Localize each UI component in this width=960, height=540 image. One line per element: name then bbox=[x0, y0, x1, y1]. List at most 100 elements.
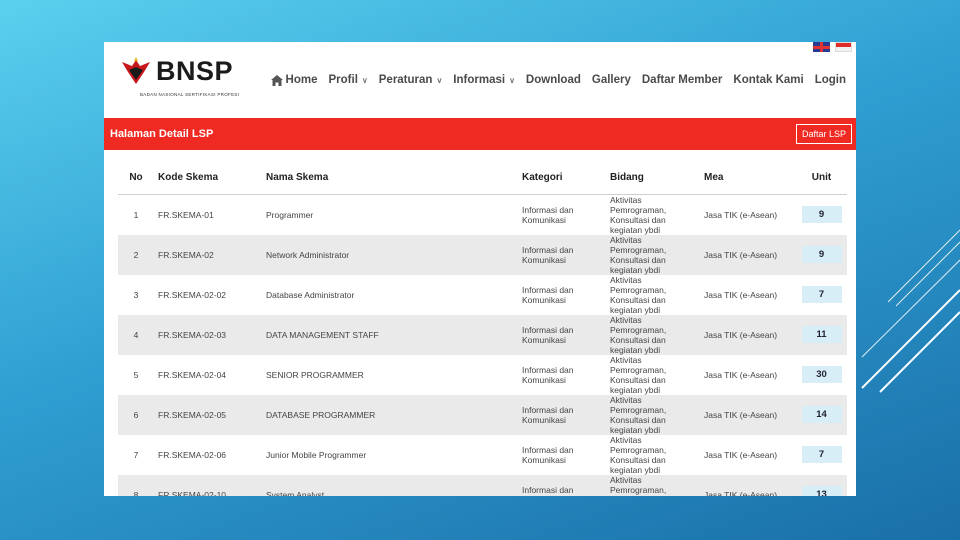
table-row[interactable]: 7 FR.SKEMA-02-06 Junior Mobile Programme… bbox=[118, 435, 847, 475]
nav-gallery-label: Gallery bbox=[591, 74, 631, 86]
cell-kategori: Informasi dan Komunikasi bbox=[522, 444, 574, 465]
cell-mea: Jasa TIK (e-Asean) bbox=[704, 449, 778, 460]
nav-informasi-label: Informasi bbox=[453, 74, 506, 86]
unit-badge[interactable]: 11 bbox=[801, 326, 842, 343]
cell-nama-skema: DATABASE PROGRAMMER bbox=[262, 394, 518, 435]
col-header-nama-skema[interactable]: Nama Skema bbox=[262, 162, 518, 195]
cell-bidang: Aktivitas Pemrograman, Konsultasi dan ke… bbox=[606, 234, 700, 275]
nav-peraturan-label: Peraturan bbox=[378, 74, 433, 86]
unit-badge[interactable]: 13 bbox=[801, 486, 842, 496]
nav-gallery[interactable]: Gallery bbox=[592, 74, 631, 86]
chevron-down-icon: ∨ bbox=[361, 75, 368, 85]
table-row[interactable]: 4 FR.SKEMA-02-03 DATA MANAGEMENT STAFF I… bbox=[118, 314, 847, 355]
unit-badge[interactable]: 9 bbox=[801, 246, 842, 263]
cell-unit: 11 bbox=[796, 314, 847, 355]
cell-nama-skema: SENIOR PROGRAMMER bbox=[266, 369, 364, 380]
nav-daftar-member-label: Daftar Member bbox=[641, 74, 723, 86]
cell-nama-skema: Database Administrator bbox=[266, 289, 355, 300]
cell-bidang: Aktivitas Pemrograman, Konsultasi dan ke… bbox=[610, 354, 667, 395]
cell-no: 6 bbox=[118, 394, 154, 435]
unit-badge[interactable]: 9 bbox=[801, 206, 842, 223]
cell-bidang: Aktivitas Pemrograman, Konsultasi dan ke… bbox=[606, 394, 700, 435]
nav-peraturan[interactable]: Peraturan ∨ bbox=[379, 74, 443, 86]
cell-unit: 7 bbox=[796, 275, 847, 315]
cell-mea: Jasa TIK (e-Asean) bbox=[700, 474, 796, 496]
cell-kategori: Informasi dan Komunikasi bbox=[522, 284, 574, 305]
nav-profil-label: Profil bbox=[328, 74, 358, 86]
cell-kode-skema: FR.SKEMA-02-04 bbox=[158, 369, 227, 380]
skema-table: No Kode Skema Nama Skema Kategori Bidang… bbox=[118, 162, 847, 496]
browser-screenshot: BNSP BADAN NASIONAL SERTIFIKASI PROFESI … bbox=[104, 42, 856, 496]
unit-badge[interactable]: 14 bbox=[801, 406, 842, 423]
cell-bidang: Aktivitas Pemrograman, Konsultasi dan ke… bbox=[610, 274, 667, 315]
nav-daftar-member[interactable]: Daftar Member bbox=[642, 74, 723, 86]
cell-nama-skema: Programmer bbox=[266, 209, 314, 220]
table-row[interactable]: 1 FR.SKEMA-01 Programmer Informasi dan K… bbox=[118, 194, 847, 235]
cell-mea: Jasa TIK (e-Asean) bbox=[704, 209, 778, 220]
table-header-row: No Kode Skema Nama Skema Kategori Bidang… bbox=[118, 162, 847, 195]
cell-no: 5 bbox=[133, 369, 139, 380]
cell-kode-skema: FR.SKEMA-01 bbox=[158, 209, 214, 220]
nav-download[interactable]: Download bbox=[526, 74, 581, 86]
unit-badge[interactable]: 30 bbox=[801, 366, 842, 383]
cell-kategori: Informasi dan Komunikasi bbox=[518, 314, 606, 355]
col-header-kode-skema[interactable]: Kode Skema bbox=[154, 162, 262, 195]
cell-kode-skema: FR.SKEMA-02-06 bbox=[158, 449, 227, 460]
unit-badge[interactable]: 7 bbox=[801, 286, 842, 303]
unit-badge[interactable]: 7 bbox=[801, 446, 842, 463]
cell-no: 2 bbox=[118, 234, 154, 275]
cell-bidang: Aktivitas Pemrograman, Konsultasi dan ke… bbox=[606, 314, 700, 355]
col-header-mea[interactable]: Mea bbox=[700, 162, 796, 195]
bnsp-logo[interactable]: BNSP BADAN NASIONAL SERTIFIKASI PROFESI bbox=[120, 54, 239, 97]
cell-kode-skema: FR.SKEMA-02-03 bbox=[154, 314, 262, 355]
nav-kontak-kami[interactable]: Kontak Kami bbox=[733, 74, 803, 86]
cell-bidang: Aktivitas Pemrograman, Konsultasi dan ke… bbox=[610, 194, 667, 235]
cell-nama-skema: DATA MANAGEMENT STAFF bbox=[262, 314, 518, 355]
table-row[interactable]: 2 FR.SKEMA-02 Network Administrator Info… bbox=[118, 234, 847, 275]
home-icon bbox=[270, 74, 283, 86]
daftar-lsp-button[interactable]: Daftar LSP bbox=[795, 124, 852, 144]
chevron-down-icon: ∨ bbox=[436, 75, 443, 85]
col-header-no[interactable]: No bbox=[118, 162, 154, 195]
table-row[interactable]: 3 FR.SKEMA-02-02 Database Administrator … bbox=[118, 275, 847, 315]
nav-login-label: Login bbox=[814, 74, 846, 86]
cell-mea: Jasa TIK (e-Asean) bbox=[704, 289, 778, 300]
cell-unit: 13 bbox=[796, 474, 847, 496]
cell-unit: 14 bbox=[796, 394, 847, 435]
col-header-unit[interactable]: Unit bbox=[796, 162, 847, 195]
table-row[interactable]: 8 FR.SKEMA-02-10 System Analyst Informas… bbox=[118, 474, 847, 496]
cell-kode-skema: FR.SKEMA-02 bbox=[154, 234, 262, 275]
cell-kode-skema: FR.SKEMA-02-02 bbox=[158, 289, 227, 300]
cell-bidang: Aktivitas Pemrograman, Konsultasi dan ke… bbox=[606, 474, 700, 496]
flag-indonesia-icon[interactable] bbox=[835, 42, 852, 52]
garuda-logo-icon bbox=[122, 57, 150, 84]
nav-home-label: Home bbox=[285, 74, 318, 86]
cell-kode-skema: FR.SKEMA-02-05 bbox=[154, 394, 262, 435]
site-header: BNSP BADAN NASIONAL SERTIFIKASI PROFESI … bbox=[104, 42, 856, 118]
nav-download-label: Download bbox=[525, 74, 581, 86]
cell-unit: 30 bbox=[796, 355, 847, 395]
table-row[interactable]: 6 FR.SKEMA-02-05 DATABASE PROGRAMMER Inf… bbox=[118, 394, 847, 435]
col-header-bidang[interactable]: Bidang bbox=[606, 162, 700, 195]
cell-unit: 9 bbox=[796, 194, 847, 235]
chevron-down-icon: ∨ bbox=[509, 75, 515, 85]
cell-no: 1 bbox=[133, 209, 139, 220]
nav-home[interactable]: Home bbox=[270, 74, 318, 86]
nav-informasi[interactable]: Informasi ∨ bbox=[453, 74, 515, 86]
cell-mea: Jasa TIK (e-Asean) bbox=[700, 394, 796, 435]
cell-kategori: Informasi dan Komunikasi bbox=[522, 204, 574, 225]
table-row[interactable]: 5 FR.SKEMA-02-04 SENIOR PROGRAMMER Infor… bbox=[118, 355, 847, 395]
cell-nama-skema: Network Administrator bbox=[262, 234, 518, 275]
cell-bidang: Aktivitas Pemrograman, Konsultasi dan ke… bbox=[610, 434, 667, 475]
cell-no: 4 bbox=[118, 314, 154, 355]
cell-no: 3 bbox=[133, 289, 139, 300]
nav-login[interactable]: Login bbox=[815, 74, 846, 86]
brand-name: BNSP bbox=[156, 56, 234, 86]
language-switcher bbox=[813, 42, 852, 52]
nav-profil[interactable]: Profil ∨ bbox=[329, 74, 368, 86]
cell-mea: Jasa TIK (e-Asean) bbox=[700, 314, 796, 355]
flag-uk-icon[interactable] bbox=[813, 42, 830, 52]
cell-kode-skema: FR.SKEMA-02-10 bbox=[154, 474, 262, 496]
col-header-kategori[interactable]: Kategori bbox=[518, 162, 606, 195]
cell-kategori: Informasi dan Komunikasi bbox=[522, 364, 574, 385]
